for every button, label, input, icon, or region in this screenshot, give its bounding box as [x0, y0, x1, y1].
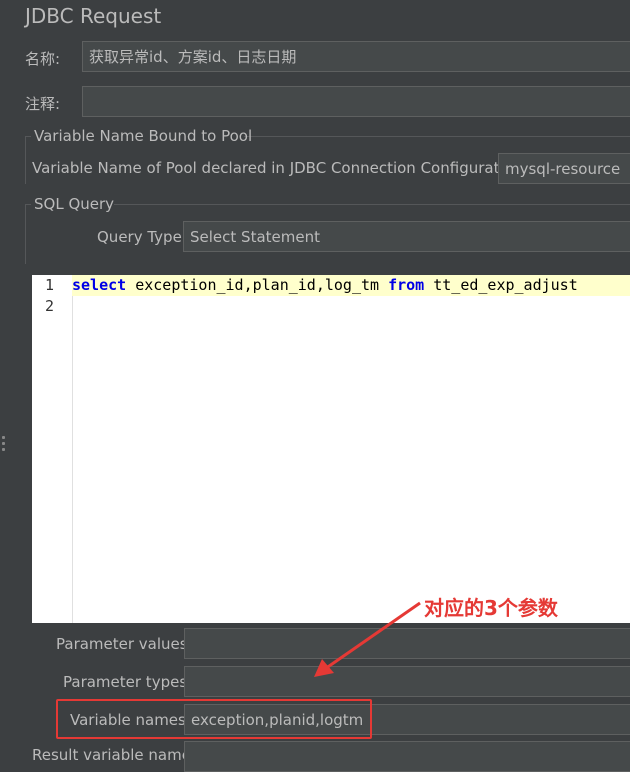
- annotation-highlight-box: [56, 699, 372, 739]
- result-variable-field[interactable]: [184, 741, 630, 772]
- page-title: JDBC Request: [25, 4, 162, 28]
- pool-value: mysql-resource: [505, 159, 621, 178]
- annotation-arrow-icon: [314, 601, 421, 677]
- line-gutter: 1 2: [32, 275, 73, 623]
- splitter-handle[interactable]: [2, 436, 6, 454]
- line-number: 1: [44, 276, 54, 294]
- parameter-values-label: Parameter values:: [56, 635, 193, 653]
- name-label: 名称:: [25, 50, 61, 68]
- result-variable-label: Result variable name:: [32, 746, 196, 764]
- name-field[interactable]: 获取异常id、方案id、日志日期: [82, 41, 630, 72]
- pool-label: Variable Name of Pool declared in JDBC C…: [32, 159, 528, 177]
- sql-keyword-from: from: [388, 276, 425, 294]
- pool-group-border-right: [244, 136, 630, 137]
- sql-columns: exception_id,plan_id,log_tm: [126, 276, 389, 294]
- query-type-value: Select Statement: [190, 227, 320, 246]
- comments-label: 注释:: [25, 95, 61, 113]
- sql-keyword-select: select: [72, 276, 127, 294]
- annotation-text: 对应的3个参数: [424, 596, 558, 620]
- sql-code-line: select exception_id,plan_id,log_tm from …: [72, 275, 578, 296]
- sql-group-title: SQL Query: [34, 195, 115, 213]
- query-type-select[interactable]: Select Statement: [183, 221, 630, 252]
- parameter-types-label: Parameter types:: [63, 673, 193, 691]
- name-value: 获取异常id、方案id、日志日期: [89, 48, 297, 66]
- sql-editor[interactable]: 1 2 select exception_id,plan_id,log_tm f…: [32, 275, 630, 623]
- sql-table: tt_ed_exp_adjust: [424, 276, 578, 294]
- sql-group-border-left: [25, 204, 26, 264]
- query-type-label: Query Type:: [97, 228, 187, 246]
- sql-group-border-right: [114, 204, 630, 205]
- pool-group-border-left: [25, 136, 26, 184]
- pool-group-title: Variable Name Bound to Pool: [34, 127, 253, 145]
- line-number: 2: [44, 297, 54, 315]
- pool-name-field[interactable]: mysql-resource: [498, 153, 630, 184]
- comments-field[interactable]: [82, 86, 630, 117]
